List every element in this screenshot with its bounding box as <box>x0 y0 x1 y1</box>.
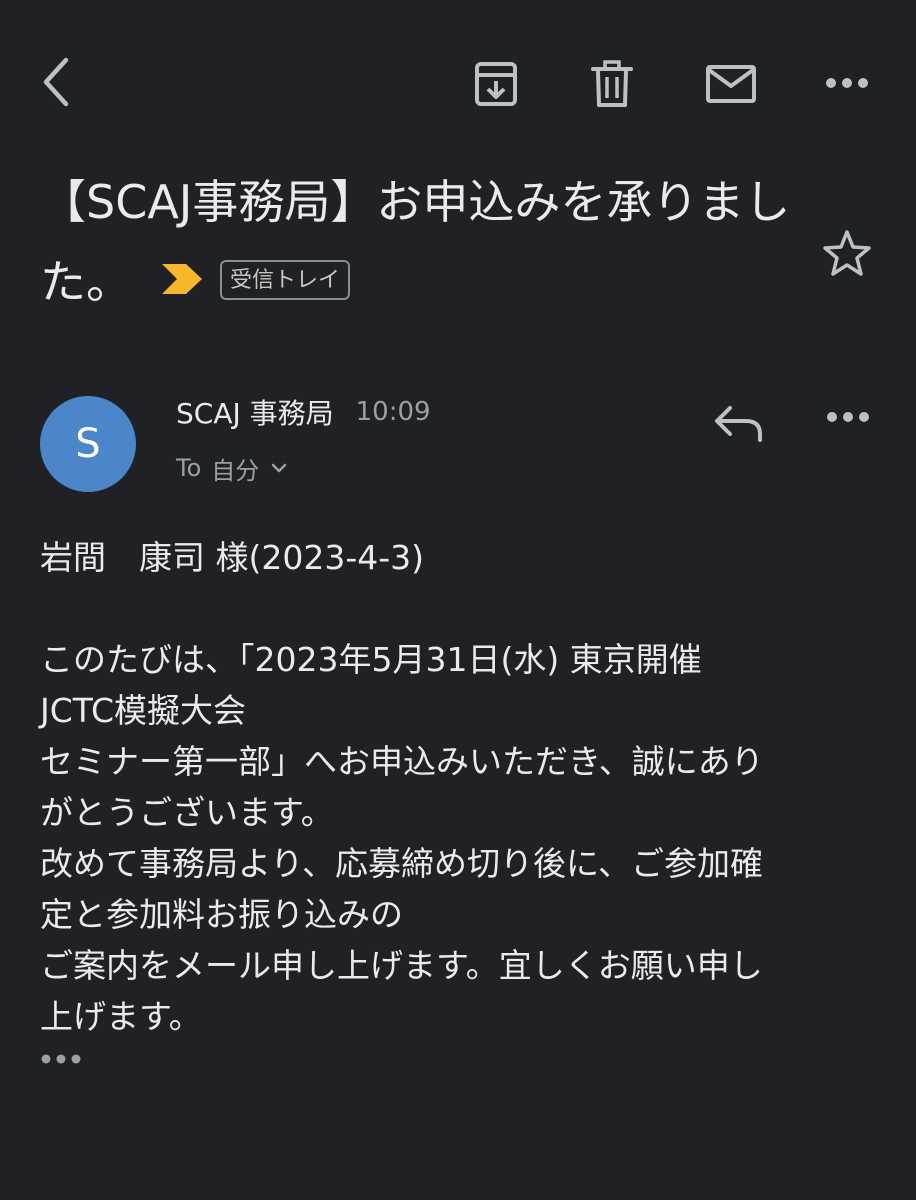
body-line: JCTC模擬大会 <box>40 691 247 730</box>
more-options-button[interactable] <box>822 66 872 100</box>
body-line: 改めて事務局より、応募締め切り後に、ご参加確 <box>40 844 764 883</box>
body-blank-line <box>40 583 876 634</box>
body-line: ご案内をメール申し上げます。宜しくお願い申し <box>40 946 763 985</box>
chevron-left-icon <box>43 57 69 107</box>
archive-icon <box>475 62 517 106</box>
sender-avatar[interactable]: S <box>40 396 136 492</box>
more-horizontal-icon <box>826 78 868 88</box>
reply-button[interactable] <box>712 400 766 452</box>
toolbar <box>0 0 916 170</box>
chevron-down-icon <box>271 463 287 473</box>
inbox-label-chip[interactable]: 受信トレイ <box>220 259 351 300</box>
mail-icon <box>706 65 756 103</box>
importance-marker-icon[interactable] <box>160 240 204 320</box>
more-horizontal-icon <box>827 412 869 422</box>
subject-title: 【SCAJ事務局】お申込みを承りました。 <box>40 175 791 309</box>
body-line: がとうございます。 <box>40 793 334 832</box>
back-button[interactable] <box>30 52 82 112</box>
star-button[interactable] <box>822 228 872 282</box>
body-line: 定と参加料お振り込みの <box>40 895 403 934</box>
show-trimmed-content-button[interactable] <box>40 1050 82 1069</box>
recipient-name: 自分 <box>211 456 260 485</box>
avatar-letter: S <box>75 421 101 467</box>
message-more-button[interactable] <box>826 408 870 427</box>
trash-icon <box>591 60 633 107</box>
sender-name[interactable]: SCAJ 事務局 <box>176 392 334 432</box>
message-body: 岩間 康司 様(2023-4-3) このたびは、「2023年5月31日(水) 東… <box>40 532 876 1042</box>
star-outline-icon <box>823 230 871 276</box>
email-subject: 【SCAJ事務局】お申込みを承りました。 受信トレイ <box>40 162 800 326</box>
mark-unread-button[interactable] <box>702 58 760 110</box>
body-line: 上げます。 <box>40 997 202 1036</box>
body-line: 岩間 康司 様(2023-4-3) <box>40 538 425 577</box>
to-label: To <box>176 454 202 482</box>
sent-time: 10:09 <box>355 397 431 427</box>
more-horizontal-icon <box>41 1054 81 1064</box>
body-line: セミナー第一部」へお申込みいただき、誠にあり <box>40 742 764 781</box>
archive-button[interactable] <box>468 56 524 112</box>
delete-button[interactable] <box>584 56 640 112</box>
recipient-details-toggle[interactable]: To 自分 <box>176 448 287 488</box>
body-line: このたびは、「2023年5月31日(水) 東京開催 <box>40 640 702 679</box>
reply-icon <box>715 406 762 442</box>
sender-line: SCAJ 事務局 10:09 <box>176 392 431 432</box>
